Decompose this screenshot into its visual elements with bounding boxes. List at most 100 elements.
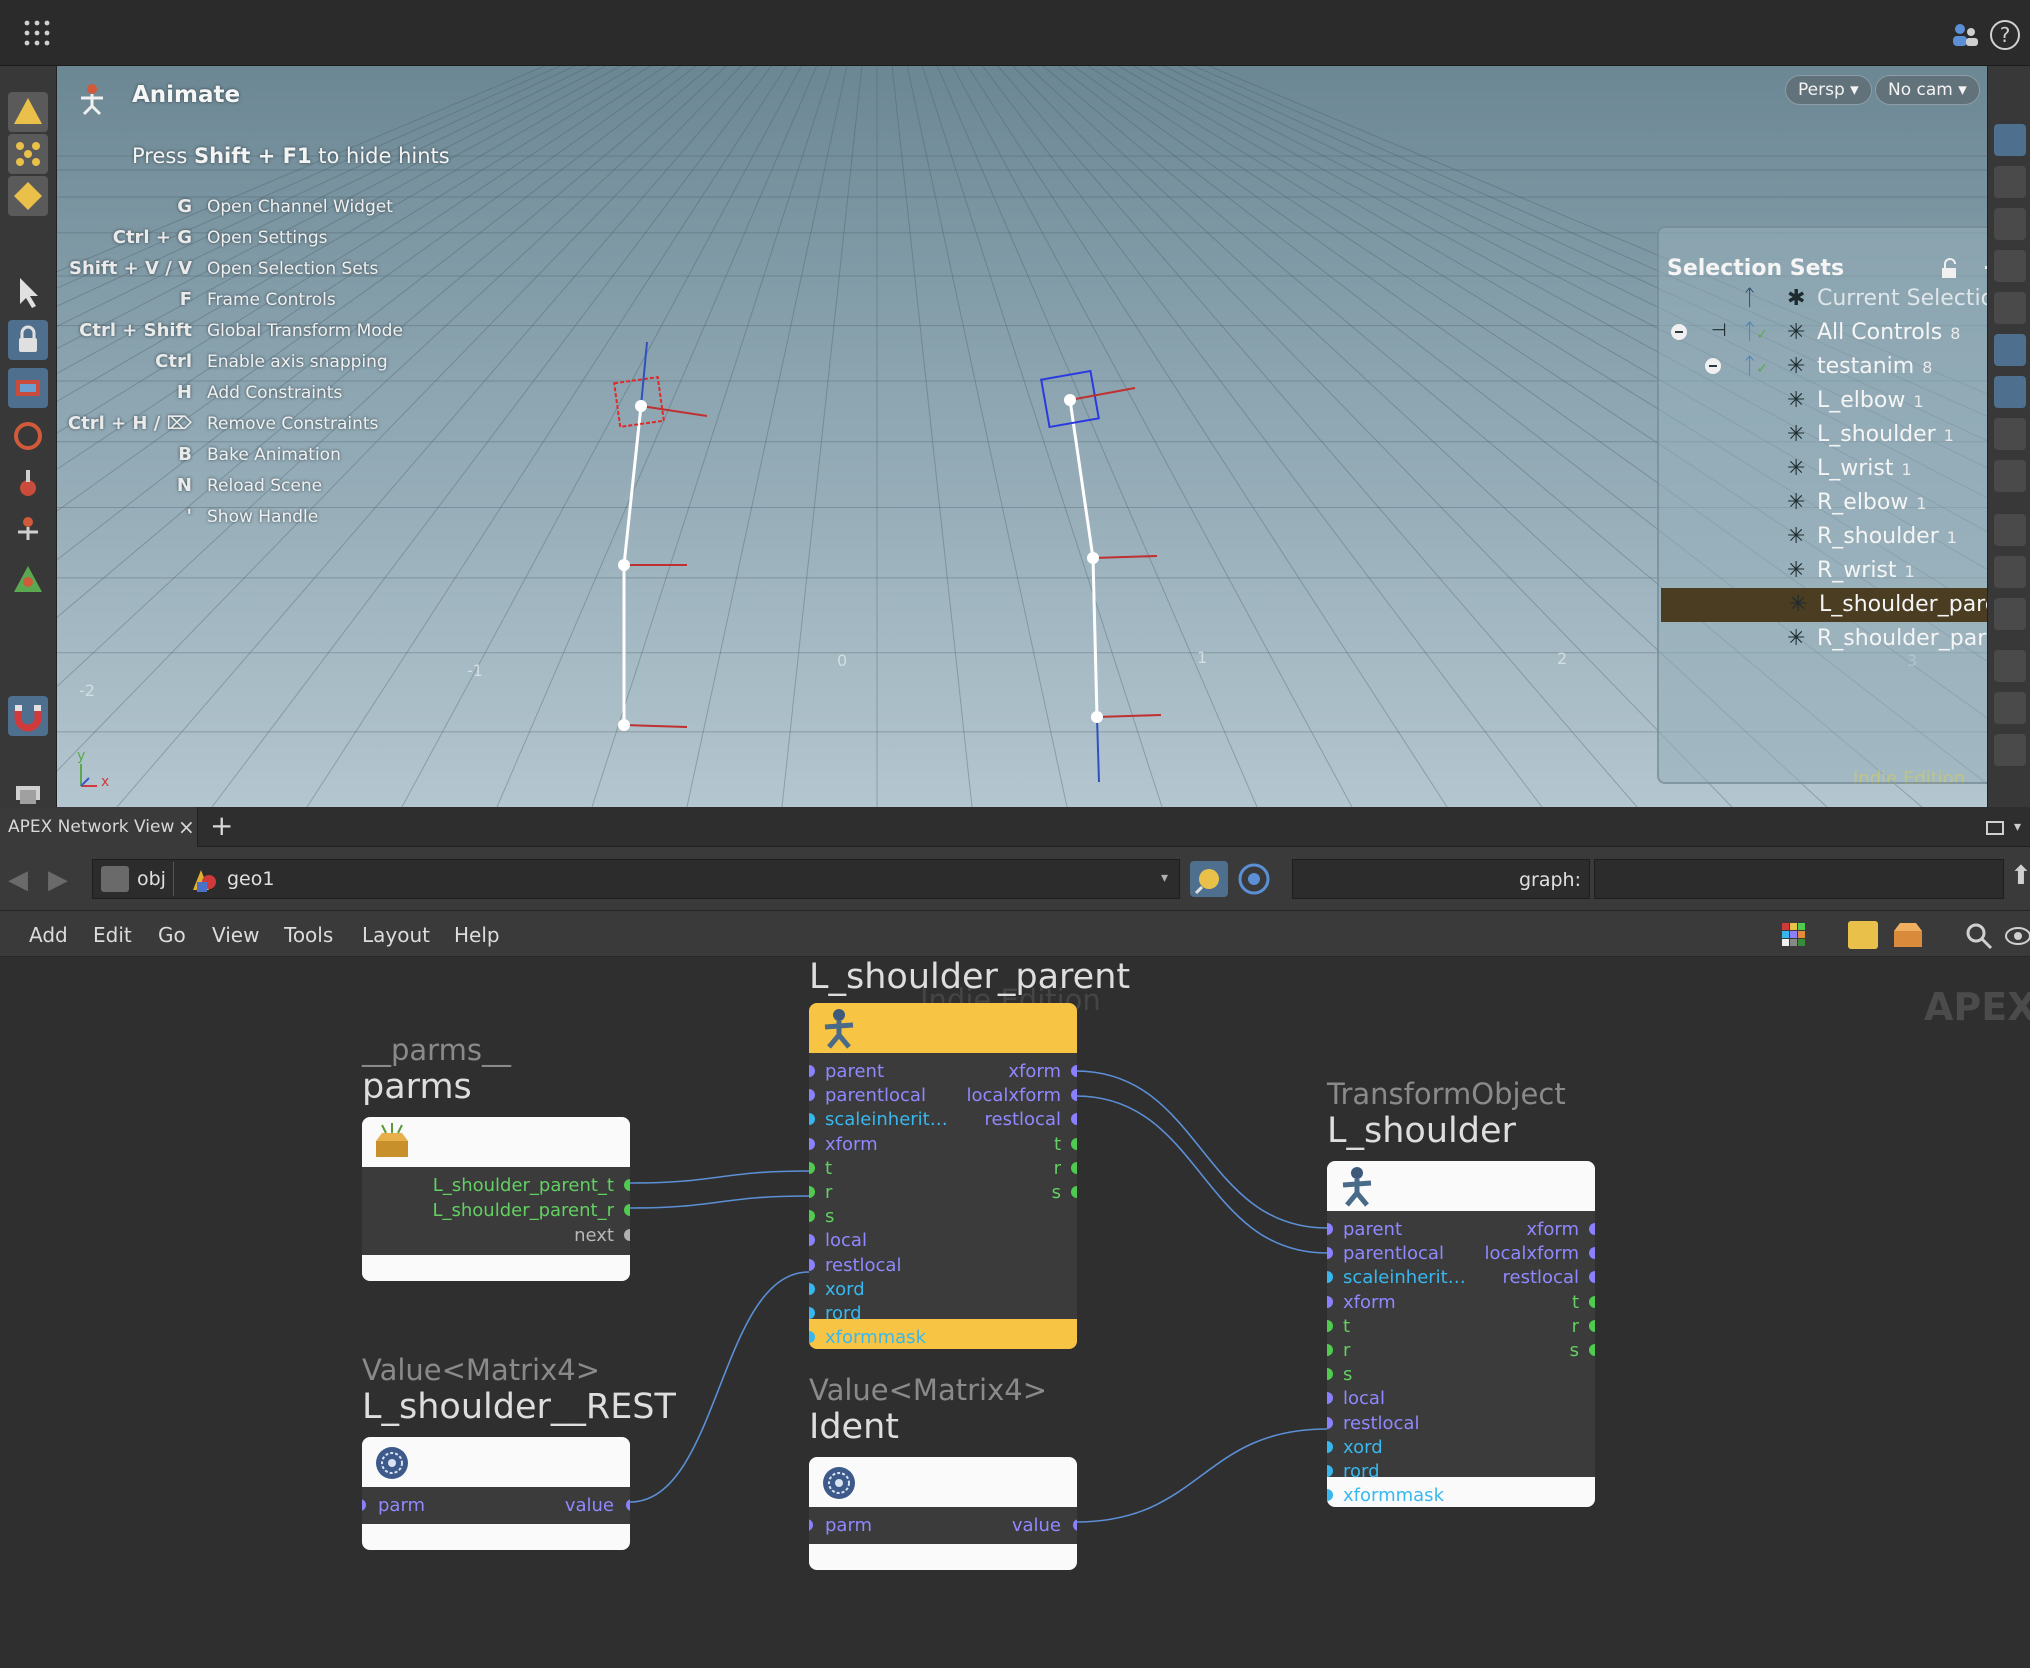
lsh-output-pin[interactable] — [1589, 1271, 1595, 1284]
selection-set-item[interactable]: ✳ R_shoulder 1 — [1659, 520, 1987, 554]
selection-set-item[interactable]: ᛏ✓ ⊣ ✳ All Controls 8 — [1659, 316, 1987, 350]
target-icon[interactable] — [1236, 861, 1272, 897]
unlock-icon[interactable] — [1939, 258, 1961, 280]
up-arrow-icon[interactable]: ⬆ — [2010, 861, 2030, 891]
wire-lsp-xform-to-lsh-parent[interactable] — [1075, 1070, 1328, 1229]
selection-set-item[interactable]: ✳ L_shoulder 1 — [1659, 418, 1987, 452]
lsp-output-pin[interactable] — [1071, 1089, 1077, 1102]
lsh-input-pin[interactable] — [1327, 1465, 1333, 1477]
path-field[interactable]: obj geo1 ▾ — [92, 859, 1180, 899]
wire-toggle-icon[interactable] — [1994, 460, 2026, 492]
menu-view[interactable]: View — [212, 923, 259, 947]
lsh-output-pin[interactable] — [1589, 1295, 1595, 1308]
lsp-output-pin[interactable] — [1071, 1161, 1077, 1174]
ident-input-pin[interactable] — [809, 1519, 813, 1531]
scale-tool-icon[interactable] — [8, 464, 48, 504]
select-tool-icon[interactable] — [8, 272, 48, 312]
ident-output-pin[interactable] — [1073, 1519, 1077, 1531]
lsh-input-pin[interactable] — [1327, 1319, 1333, 1332]
lsp-input-pin[interactable] — [809, 1282, 815, 1295]
selection-set-item[interactable]: ✳ R_wrist 1 — [1659, 554, 1987, 588]
lsh-input-pin[interactable] — [1327, 1271, 1333, 1284]
lsp-input-pin[interactable] — [809, 1089, 815, 1102]
rotate-tool-icon[interactable] — [8, 416, 48, 456]
frame-12b-icon[interactable] — [1994, 734, 2026, 766]
lock-tool-icon[interactable] — [8, 320, 48, 360]
path-obj[interactable]: obj — [137, 868, 166, 890]
lsp-output-pin[interactable] — [1071, 1186, 1077, 1198]
lsp-input-pin[interactable] — [809, 1113, 815, 1126]
l-shoulder-parent-node[interactable]: parent parentlocal scaleinherit… xform t r s lo… — [809, 1003, 1077, 1349]
shaded-sphere-icon[interactable] — [1994, 376, 2026, 408]
shelf-points-icon[interactable] — [8, 134, 48, 174]
lsh-output-pin[interactable] — [1589, 1344, 1595, 1356]
vis-toggle-icon[interactable] — [1994, 418, 2026, 450]
lsp-input-pin[interactable] — [809, 1137, 815, 1150]
tab-close-icon[interactable]: × — [178, 815, 195, 839]
lsp-output-pin[interactable] — [1071, 1137, 1077, 1150]
lsh-output-pin[interactable] — [1589, 1247, 1595, 1260]
l-shoulder-transform-node[interactable]: parent parentlocal scaleinherit… xform t r s lo… — [1327, 1161, 1595, 1507]
back-arrow-icon[interactable]: ◀ — [8, 865, 28, 895]
lsp-input-pin[interactable] — [809, 1186, 815, 1198]
color-palette-icon[interactable] — [1780, 921, 1808, 949]
grid-dots-icon[interactable] — [22, 18, 52, 48]
scene-viewport[interactable]: -2-10123 Animate Press Shift + F1 to hid… — [57, 66, 1987, 807]
menu-layout[interactable]: Layout — [362, 923, 430, 947]
parms-output-pin[interactable] — [624, 1179, 630, 1191]
lsh-input-pin[interactable] — [1327, 1416, 1333, 1429]
lsh-input-pin[interactable] — [1327, 1368, 1333, 1381]
user-group-icon[interactable] — [1950, 20, 1980, 50]
lsh-input-pin[interactable] — [1327, 1392, 1333, 1405]
selection-set-item[interactable]: ✳ R_elbow 1 — [1659, 486, 1987, 520]
network-box-icon[interactable] — [1892, 921, 1924, 949]
lsp-input-pin[interactable] — [809, 1065, 815, 1077]
pose-check-icon[interactable]: ᛏ✓ — [1743, 320, 1768, 345]
parms-output-pin[interactable] — [624, 1229, 630, 1241]
parms-output-pin[interactable] — [624, 1204, 630, 1216]
selection-sets-panel[interactable]: Selection Sets ᛏ✱Current Selection0ᛏ✓⊣✳A… — [1657, 226, 1987, 784]
brush-icon[interactable] — [1994, 556, 2026, 588]
lsh-input-pin[interactable] — [1327, 1247, 1333, 1260]
shelf-primitive-icon[interactable] — [8, 176, 48, 216]
selection-set-item[interactable]: ✳ R_shoulder_parent — [1659, 622, 1987, 656]
lsh-input-pin[interactable] — [1327, 1295, 1333, 1308]
parms-node[interactable]: L_shoulder_parent_t L_shoulder_parent_r ne… — [362, 1117, 630, 1281]
forward-arrow-icon[interactable]: ▶ — [48, 865, 68, 895]
selection-set-item[interactable]: ✳ L_shoulder_parent — [1661, 588, 1987, 622]
graph-input[interactable] — [1594, 859, 2004, 899]
path-dropdown-icon[interactable]: ▾ — [1161, 870, 1168, 886]
handle-tool-icon[interactable] — [8, 560, 48, 600]
wire-lsp-localxform-to-lsh-parentlocal[interactable] — [1075, 1095, 1328, 1254]
pose-tool-icon[interactable] — [8, 512, 48, 552]
menu-add[interactable]: Add — [29, 923, 68, 947]
tab-apex-network-view[interactable]: APEX Network View × — [0, 807, 198, 847]
perspective-icon[interactable] — [1994, 166, 2026, 198]
lsh-input-pin[interactable] — [1327, 1223, 1333, 1235]
help-circle-icon[interactable]: ? — [1990, 20, 2020, 50]
sticky-note-icon[interactable] — [1848, 921, 1878, 949]
lsh-output-pin[interactable] — [1589, 1223, 1595, 1235]
wire-ident-to-lsh-restlocal[interactable] — [1075, 1428, 1328, 1523]
collapse-icon[interactable] — [1671, 324, 1687, 340]
lsp-output-pin[interactable] — [1071, 1113, 1077, 1126]
eye-icon[interactable] — [2004, 923, 2030, 949]
pose-check-icon[interactable]: ᛏ✓ — [1743, 354, 1768, 379]
lsp-input-pin[interactable] — [809, 1234, 815, 1247]
magnet-snap-icon[interactable] — [8, 696, 48, 736]
pane-menu-icon[interactable]: ▾ — [2014, 819, 2021, 835]
camera-menu-button[interactable]: No cam ▾ — [1875, 75, 1980, 105]
lsp-input-pin[interactable] — [809, 1161, 815, 1174]
wire-parms-t-to-lsp-t[interactable] — [629, 1170, 810, 1184]
lsp-output-pin[interactable] — [1071, 1065, 1077, 1077]
ghost-icon[interactable] — [1994, 292, 2026, 324]
lsh-input-pin[interactable] — [1327, 1440, 1333, 1453]
menu-tools[interactable]: Tools — [284, 923, 333, 947]
pin-icon[interactable]: ⊣ — [1711, 320, 1727, 341]
display-plane-icon[interactable] — [1994, 124, 2026, 156]
menu-edit[interactable]: Edit — [93, 923, 132, 947]
eraser-icon[interactable] — [1994, 692, 2026, 724]
ident-node[interactable]: parm value — [809, 1457, 1077, 1570]
light-bulb-icon[interactable] — [1994, 334, 2026, 366]
lsp-input-pin[interactable] — [809, 1307, 815, 1319]
